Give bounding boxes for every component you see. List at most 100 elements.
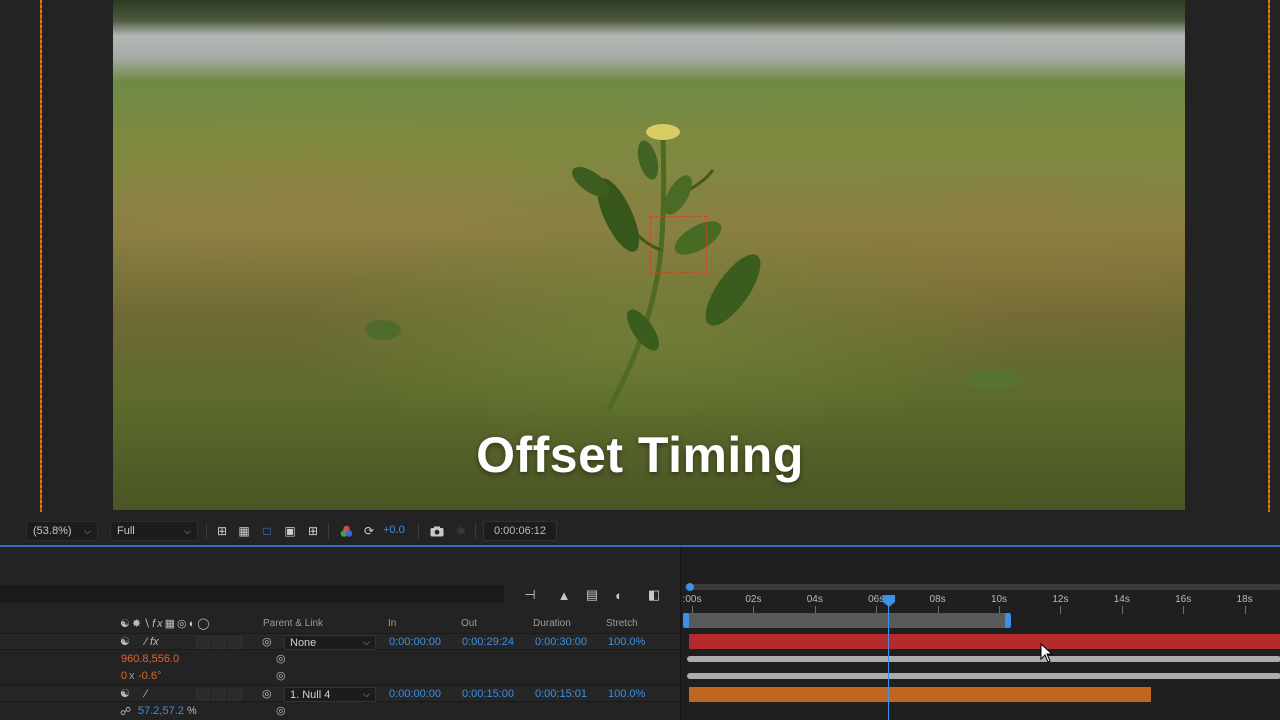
- toolbar-divider: [328, 523, 329, 539]
- composition-viewer[interactable]: Offset Timing: [0, 0, 1280, 518]
- time-ruler-tick: [1060, 606, 1062, 614]
- time-ruler-tick: [1244, 606, 1246, 614]
- layer-stretch[interactable]: 100.0%: [608, 636, 645, 648]
- snapshot-icon[interactable]: [429, 523, 445, 539]
- layer-row[interactable]: ☯ ∕ ◎ 1. Null 4 ⌵ 0:00:00:00 0:00:15:00 …: [0, 685, 680, 702]
- parent-dropdown[interactable]: 1. Null 4 ⌵: [284, 687, 376, 702]
- chevron-down-icon: ⌵: [363, 637, 370, 647]
- frame-blending-icon[interactable]: ▤: [583, 586, 601, 604]
- timeline-panel: ⊣ ▲ ▤ ◐ ◧ ☯✸∖fx▦◎◐◯ Parent & Link In Out…: [0, 547, 1280, 720]
- layer-in-time[interactable]: 0:00:00:00: [389, 688, 441, 700]
- scale-value[interactable]: 57.2,57.2: [138, 705, 184, 717]
- layer-out-time[interactable]: 0:00:29:24: [462, 636, 514, 648]
- work-area-end-handle[interactable]: [1005, 613, 1012, 628]
- layer-search-input[interactable]: [0, 585, 504, 603]
- playhead-line: [888, 600, 890, 720]
- constrain-proportions-icon[interactable]: ☍: [120, 705, 131, 718]
- scale-unit: %: [187, 705, 197, 717]
- work-area-bar[interactable]: [685, 613, 1009, 628]
- graph-editor-icon[interactable]: ◧: [645, 586, 663, 604]
- time-ruler-label: 04s: [806, 594, 823, 605]
- viewer-toolbar: (53.8%) ⌵ Full ⌵ ⊞ ▦ □ ▣ ⊞ ⟳ +0.0 ⚛ 0:00…: [0, 518, 1280, 544]
- pick-whip-icon[interactable]: ◎: [262, 687, 272, 700]
- current-time-value: 0:00:06:12: [494, 525, 546, 537]
- toolbar-divider: [206, 523, 207, 539]
- time-ruler-label: 12s: [1052, 594, 1069, 605]
- layer-switch-boxes[interactable]: [196, 636, 244, 649]
- layer-stretch[interactable]: 100.0%: [608, 688, 645, 700]
- layer-out-time[interactable]: 0:00:15:00: [462, 688, 514, 700]
- rotation-separator: x: [129, 670, 135, 682]
- layer-row[interactable]: ☯ ∕ fx ◎ None ⌵ 0:00:00:00 0:00:29:24 0:…: [0, 633, 680, 650]
- time-ruler-label: 02s: [745, 594, 762, 605]
- after-effects-window: Offset Timing (53.8%) ⌵ Full ⌵ ⊞ ▦ □ ▣ ⊞…: [0, 0, 1280, 720]
- column-stretch[interactable]: Stretch: [606, 618, 638, 629]
- time-ruler-label: 16s: [1175, 594, 1192, 605]
- chevron-down-icon: ⌵: [184, 525, 191, 536]
- rotation-track[interactable]: [687, 673, 1280, 679]
- scale-property-row[interactable]: ☍ 57.2,57.2 % ◎: [0, 703, 680, 720]
- resolution-dropdown[interactable]: Full ⌵: [110, 521, 198, 541]
- time-navigator-start-handle[interactable]: [686, 583, 694, 591]
- time-ruler-label: 10s: [990, 594, 1008, 605]
- layer-duration-bar[interactable]: [689, 687, 1151, 702]
- column-duration[interactable]: Duration: [533, 618, 571, 629]
- layer-switch-boxes[interactable]: [196, 688, 244, 701]
- layer-switches[interactable]: ☯ ∕ fx: [120, 635, 159, 648]
- layer-duration[interactable]: 0:00:30:00: [535, 636, 587, 648]
- color-channel-icon[interactable]: [338, 523, 354, 539]
- chevron-down-icon: ⌵: [84, 525, 91, 536]
- parent-value: None: [290, 636, 317, 649]
- time-ruler-label: 08s: [929, 594, 946, 605]
- 3d-view-icon[interactable]: ⊞: [305, 523, 321, 539]
- time-graph[interactable]: :00s 02s 04s 06s 08s 10s 12s 14s 16s 18s: [680, 547, 1280, 720]
- time-ruler[interactable]: :00s 02s 04s 06s 08s 10s 12s 14s 16s 18s: [681, 591, 1280, 615]
- current-time-display[interactable]: 0:00:06:12: [483, 521, 557, 541]
- chevron-down-icon: ⌵: [363, 689, 370, 699]
- null-layer-selection-box[interactable]: [650, 216, 707, 273]
- work-area-start-handle[interactable]: [683, 613, 689, 628]
- layer-switches[interactable]: ☯ ∕: [120, 687, 147, 700]
- layer-in-time[interactable]: 0:00:00:00: [389, 636, 441, 648]
- mask-outline-icon[interactable]: □: [259, 523, 275, 539]
- toolbar-divider: [418, 523, 419, 539]
- switches-header-icons: ☯✸∖fx▦◎◐◯: [120, 618, 212, 630]
- time-ruler-label: 14s: [1113, 594, 1130, 605]
- column-out[interactable]: Out: [461, 618, 477, 629]
- property-pick-whip-icon[interactable]: ◎: [276, 652, 286, 665]
- parent-dropdown[interactable]: None ⌵: [284, 635, 376, 650]
- reset-exposure-icon[interactable]: ⟳: [361, 523, 377, 539]
- parent-value: 1. Null 4: [290, 688, 331, 701]
- property-pick-whip-icon[interactable]: ◎: [276, 704, 286, 717]
- time-ruler-label: 18s: [1236, 594, 1253, 605]
- shy-layers-icon[interactable]: ▲: [555, 586, 573, 604]
- pick-whip-icon[interactable]: ◎: [262, 635, 272, 648]
- property-pick-whip-icon[interactable]: ◎: [276, 669, 286, 682]
- pixel-aspect-icon[interactable]: ⊞: [214, 523, 230, 539]
- rotation-turns-value[interactable]: 0: [121, 670, 127, 682]
- position-track[interactable]: [687, 656, 1280, 662]
- column-in[interactable]: In: [388, 618, 396, 629]
- position-value[interactable]: 960.8,556.0: [121, 653, 179, 665]
- time-navigator[interactable]: [685, 583, 1280, 591]
- position-property-row[interactable]: 960.8,556.0 ◎: [0, 651, 680, 668]
- motion-blur-icon[interactable]: ◐: [610, 586, 628, 604]
- time-ruler-label: :00s: [682, 594, 702, 605]
- time-ruler-label: 06s: [868, 594, 885, 605]
- layer-duration[interactable]: 0:00:15:01: [535, 688, 587, 700]
- time-ruler-tick: [1183, 606, 1185, 614]
- resolution-value: Full: [117, 525, 135, 537]
- layer-duration-bar[interactable]: [689, 634, 1280, 649]
- toolbar-divider: [475, 523, 476, 539]
- safe-margins-icon[interactable]: ▣: [282, 523, 298, 539]
- comp-flowchart-icon[interactable]: ⊣: [521, 586, 539, 604]
- magnification-dropdown[interactable]: (53.8%) ⌵: [26, 521, 98, 541]
- column-parent-link[interactable]: Parent & Link: [263, 618, 323, 629]
- exposure-value[interactable]: +0.0: [383, 524, 405, 536]
- mouse-cursor-icon: [1040, 643, 1054, 663]
- transparency-grid-icon[interactable]: ▦: [236, 523, 252, 539]
- rotation-property-row[interactable]: 0 x -0.6° ◎: [0, 668, 680, 685]
- timeline-column-header: ☯✸∖fx▦◎◐◯ Parent & Link In Out Duration …: [0, 615, 680, 633]
- show-snapshot-icon[interactable]: ⚛: [453, 523, 469, 539]
- rotation-degrees-value[interactable]: -0.6°: [138, 670, 161, 682]
